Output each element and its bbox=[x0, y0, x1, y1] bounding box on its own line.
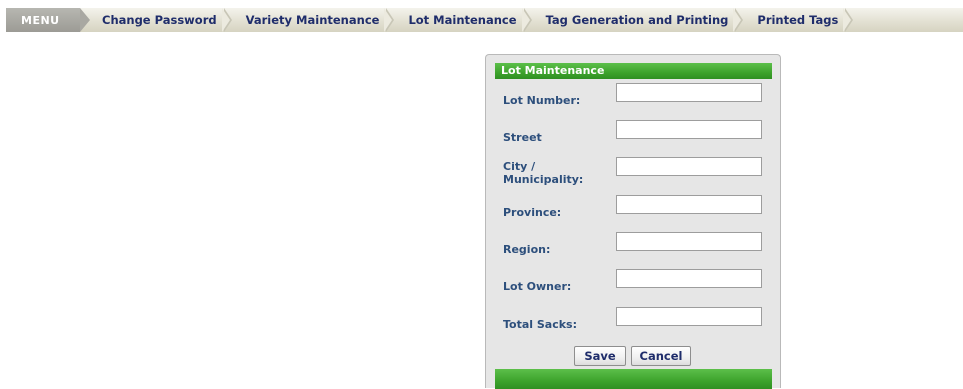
menu-head[interactable]: MENU bbox=[6, 8, 90, 32]
region-label: Region: bbox=[503, 243, 551, 256]
street-input[interactable] bbox=[616, 120, 762, 139]
city-municipality-label: City / Municipality: bbox=[503, 160, 584, 186]
panel-footer bbox=[495, 369, 772, 389]
lot-owner-label: Lot Owner: bbox=[503, 280, 572, 293]
lot-maintenance-panel: Lot Maintenance Lot Number: Street City … bbox=[485, 54, 781, 389]
menu-item-variety-maintenance[interactable]: Variety Maintenance bbox=[228, 8, 395, 32]
lot-number-label: Lot Number: bbox=[503, 94, 581, 107]
menu-item-printed-tags[interactable]: Printed Tags bbox=[739, 8, 854, 32]
menu-item-tag-generation[interactable]: Tag Generation and Printing bbox=[528, 8, 744, 32]
total-sacks-input[interactable] bbox=[616, 307, 762, 326]
total-sacks-label: Total Sacks: bbox=[503, 318, 578, 331]
lot-owner-input[interactable] bbox=[616, 269, 762, 288]
panel-title: Lot Maintenance bbox=[495, 63, 772, 79]
menu-item-lot-maintenance[interactable]: Lot Maintenance bbox=[390, 8, 532, 32]
province-label: Province: bbox=[503, 206, 562, 219]
menu-item-change-password[interactable]: Change Password bbox=[80, 8, 232, 32]
top-menu-bar: MENU Change Password Variety Maintenance… bbox=[6, 8, 963, 32]
cancel-button[interactable]: Cancel bbox=[631, 346, 691, 366]
city-municipality-input[interactable] bbox=[616, 157, 762, 176]
province-input[interactable] bbox=[616, 195, 762, 214]
save-button[interactable]: Save bbox=[574, 346, 626, 366]
street-label: Street bbox=[503, 131, 542, 144]
lot-number-input[interactable] bbox=[616, 83, 762, 102]
region-input[interactable] bbox=[616, 232, 762, 251]
